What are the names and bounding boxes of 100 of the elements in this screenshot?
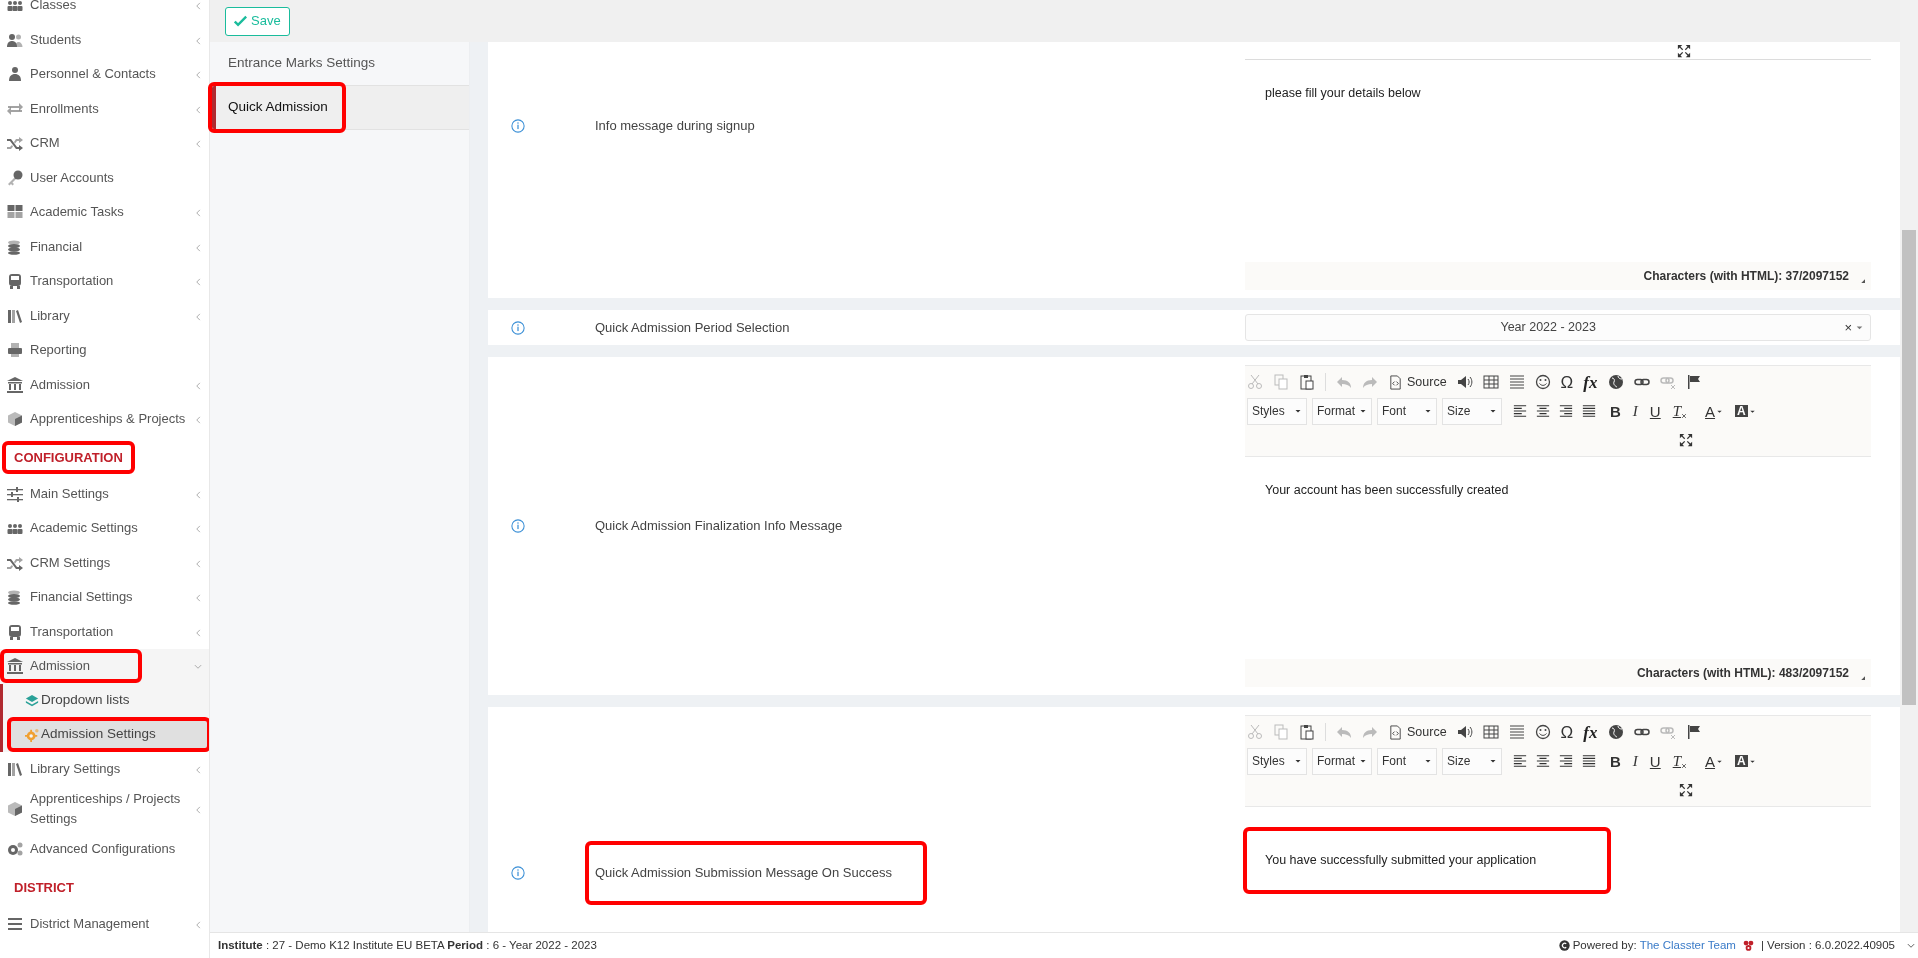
dropdown-button[interactable]: Size <box>1442 397 1502 425</box>
italic-button[interactable]: I <box>1632 753 1638 769</box>
scrollbar[interactable] <box>1900 0 1918 932</box>
align-right-icon[interactable] <box>1559 404 1573 418</box>
bold-button[interactable]: B <box>1610 753 1621 769</box>
logo-icon <box>1741 939 1755 952</box>
sidebar-item[interactable]: User Accounts <box>4 164 203 191</box>
formula-button[interactable]: fx <box>1583 373 1598 391</box>
align-center-icon[interactable] <box>1536 404 1550 418</box>
justify-icon[interactable] <box>1582 404 1596 418</box>
align-left-icon[interactable] <box>1513 754 1527 768</box>
dropdown-button[interactable]: Format <box>1312 747 1372 775</box>
sidebar-item[interactable]: Financial Settings <box>4 584 193 611</box>
maximize-icon[interactable] <box>1679 433 1693 447</box>
globe-icon[interactable] <box>1607 374 1624 390</box>
books-icon <box>7 760 23 777</box>
align-center-icon[interactable] <box>1536 754 1550 768</box>
cube-icon <box>7 411 23 428</box>
rich-text-editor[interactable]: Source Ω fx Styles Format Font Size B I U T A A Your account has been successfully created Characters (with HTML): 483/2097152 <box>1245 365 1871 695</box>
sidebar-item[interactable]: Academic Settings <box>4 515 193 542</box>
chevron-left-icon <box>193 919 203 930</box>
sidebar-item[interactable]: CRM Settings <box>4 549 193 576</box>
underline-button[interactable]: U <box>1649 403 1661 419</box>
info-icon[interactable] <box>511 320 525 335</box>
flag-icon[interactable] <box>1685 374 1702 390</box>
special-character-button[interactable]: Ω <box>1560 723 1574 741</box>
sidebar-subitem[interactable]: Dropdown lists <box>11 687 207 714</box>
sidebar-item[interactable]: Personnel & Contacts <box>4 61 193 88</box>
info-icon[interactable] <box>511 119 525 133</box>
rich-text-editor[interactable]: Source Ω fx Styles Format Font Size B I U T A A You have successfully submitted your application <box>1245 715 1871 932</box>
sidebar-item[interactable]: Advanced Configurations <box>4 836 203 863</box>
chevron-left-icon <box>193 70 203 81</box>
special-character-button[interactable]: Ω <box>1560 373 1574 391</box>
chevron-left-icon <box>193 489 203 500</box>
sidebar-item[interactable]: CRM <box>4 130 193 157</box>
sidebar-item[interactable]: Transportation <box>4 618 193 645</box>
speaker-icon[interactable] <box>1456 374 1473 390</box>
clipboard-icon[interactable] <box>1299 724 1315 740</box>
align-left-icon[interactable] <box>1513 404 1527 418</box>
dropdown-button[interactable]: Styles <box>1247 747 1307 775</box>
caret-down-icon <box>1294 407 1302 415</box>
sidebar-item[interactable]: Library Settings <box>4 755 193 782</box>
sidebar-item[interactable]: Main Settings <box>4 480 193 507</box>
dropdown-button[interactable]: Font <box>1377 397 1437 425</box>
sidebar-item[interactable]: Library <box>4 302 193 329</box>
swap-arrows-icon <box>7 100 23 117</box>
sidebar-item[interactable]: Enrollments <box>4 95 193 122</box>
flag-icon[interactable] <box>1685 724 1702 740</box>
table-icon[interactable] <box>1482 374 1499 390</box>
section-heading: DISTRICT <box>13 878 75 897</box>
dropdown-button[interactable]: Format <box>1312 397 1372 425</box>
team-link[interactable]: The Classter Team <box>1639 936 1736 955</box>
source-button[interactable]: Source <box>1388 722 1447 742</box>
source-button[interactable]: Source <box>1388 372 1447 392</box>
sidebar-item[interactable]: Apprenticeships & Projects <box>4 406 193 433</box>
italic-button[interactable]: I <box>1632 403 1638 419</box>
clipboard-icon[interactable] <box>1299 374 1315 390</box>
rich-text-editor[interactable]: please fill your details below Characters (with HTML): 37/2097152 <box>1245 42 1871 298</box>
sidebar-item[interactable]: Apprenticeships / Projects Settings <box>4 786 193 832</box>
sidebar-item[interactable]: Reporting <box>4 337 203 364</box>
formula-button[interactable]: fx <box>1583 723 1598 741</box>
dropdown-button[interactable]: Font <box>1377 747 1437 775</box>
x-mark-icon <box>1681 762 1688 769</box>
scrollbar-thumb[interactable] <box>1902 230 1916 705</box>
bold-button[interactable]: B <box>1610 403 1621 419</box>
remove-format-button[interactable]: T <box>1672 403 1688 419</box>
info-icon[interactable] <box>511 866 525 880</box>
sidebar-item[interactable]: Classes <box>4 0 193 19</box>
settings-tab[interactable]: Entrance Marks Settings <box>210 43 376 83</box>
resize-grip-icon <box>1859 277 1865 283</box>
resize-grip-icon <box>1859 674 1865 680</box>
group-icon <box>7 0 23 14</box>
editor-text: Your account has been successfully created <box>1265 482 1510 499</box>
justify-icon[interactable] <box>1582 754 1596 768</box>
table-icon[interactable] <box>1482 724 1499 740</box>
period-select[interactable]: Year 2022 - 2023 × <box>1245 314 1871 341</box>
maximize-icon[interactable] <box>1677 43 1691 58</box>
dropdown-button[interactable]: Styles <box>1247 397 1307 425</box>
speaker-icon[interactable] <box>1456 724 1473 740</box>
sidebar-item[interactable]: Financial <box>4 233 193 260</box>
smiley-icon[interactable] <box>1534 724 1551 740</box>
remove-format-button[interactable]: T <box>1672 753 1688 769</box>
sidebar-item[interactable]: Admission <box>4 371 193 398</box>
text-color-button[interactable]: A <box>1705 403 1724 419</box>
maximize-icon[interactable] <box>1679 783 1693 797</box>
caret-down-icon <box>1489 757 1497 765</box>
clear-button[interactable]: × <box>1844 317 1852 338</box>
text-color-button[interactable]: A <box>1705 753 1724 769</box>
align-right-icon[interactable] <box>1559 754 1573 768</box>
menu-icon <box>7 915 23 932</box>
sidebar-item[interactable]: District Management <box>4 910 193 937</box>
sidebar-item[interactable]: Transportation <box>4 268 193 295</box>
sidebar-item[interactable]: Students <box>4 26 193 53</box>
underline-button[interactable]: U <box>1649 753 1661 769</box>
smiley-icon[interactable] <box>1534 374 1551 390</box>
info-icon[interactable] <box>511 519 525 533</box>
globe-icon[interactable] <box>1607 724 1624 740</box>
sidebar-item[interactable]: Academic Tasks <box>4 199 193 226</box>
dropdown-button[interactable]: Size <box>1442 747 1502 775</box>
setting-label: Quick Admission Period Selection <box>595 318 790 337</box>
